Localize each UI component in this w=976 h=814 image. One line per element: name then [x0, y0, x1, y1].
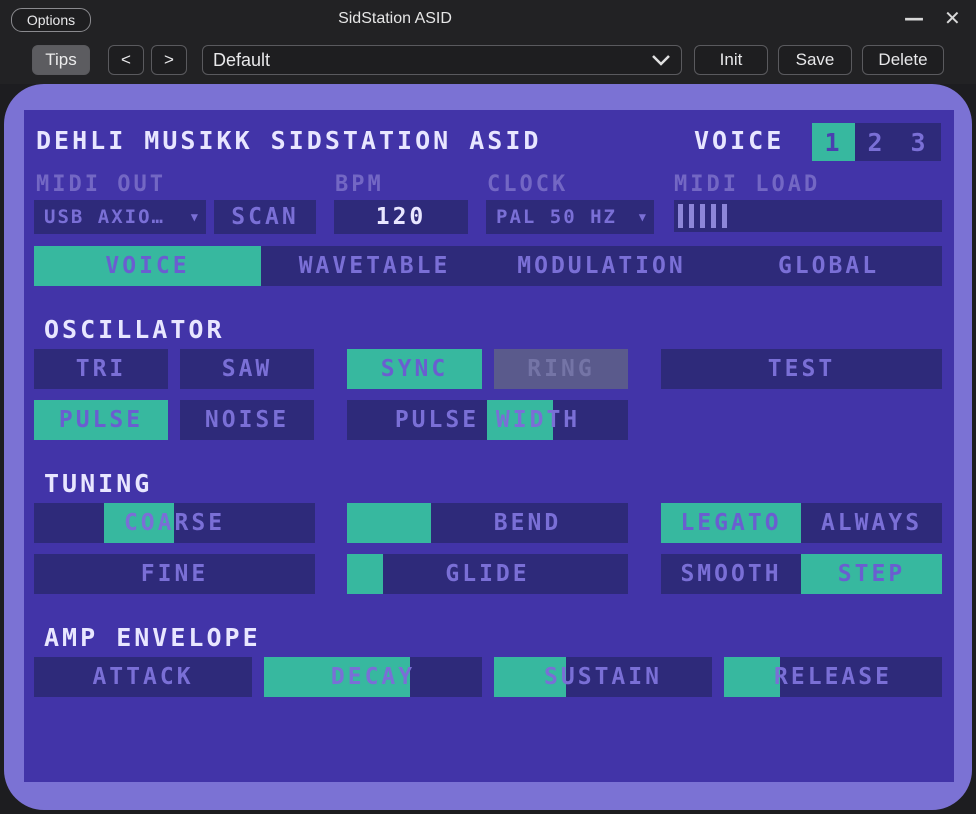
chevron-down-icon [652, 55, 670, 66]
bend-label: BEND [493, 510, 562, 536]
pulse-width-label: PULSE WIDTH [394, 407, 581, 433]
close-icon[interactable]: ✕ [944, 6, 961, 30]
preset-name: Default [213, 49, 271, 70]
smooth-button[interactable]: SMOOTH [661, 554, 801, 594]
noise-button[interactable]: NOISE [180, 400, 314, 440]
tab-voice[interactable]: VOICE [34, 246, 261, 286]
bpm-field[interactable]: 120 [334, 200, 468, 234]
midi-out-label: MIDI OUT [36, 172, 166, 197]
decay-label: DECAY [330, 664, 416, 690]
meter-bar [678, 204, 683, 228]
coarse-label: COARSE [123, 510, 226, 536]
clock-label: CLOCK [487, 172, 569, 197]
meter-bar [700, 204, 705, 228]
clock-dropdown[interactable]: PAL 50 HZ ▼ [486, 200, 654, 234]
previous-preset-button[interactable]: < [108, 45, 144, 75]
sustain-label: SUSTAIN [544, 664, 662, 690]
bend-slider[interactable]: BEND [347, 503, 628, 543]
release-label: RELEASE [774, 664, 892, 690]
pulse-width-slider[interactable]: PULSE WIDTH [347, 400, 628, 440]
voice-2-button[interactable]: 2 [855, 123, 898, 161]
voice-1-button[interactable]: 1 [812, 123, 855, 161]
bend-fill [347, 503, 431, 543]
scan-button[interactable]: SCAN [214, 200, 316, 234]
dropdown-arrow-icon: ▼ [190, 210, 200, 224]
release-slider[interactable]: RELEASE [724, 657, 942, 697]
meter-bar [689, 204, 694, 228]
attack-label: ATTACK [92, 664, 194, 690]
sync-button[interactable]: SYNC [347, 349, 482, 389]
midi-load-label: MIDI LOAD [674, 172, 821, 197]
dropdown-arrow-icon: ▼ [638, 210, 648, 224]
test-button[interactable]: TEST [661, 349, 942, 389]
next-preset-button[interactable]: > [151, 45, 187, 75]
preset-dropdown[interactable]: Default [202, 45, 682, 75]
release-fill [724, 657, 780, 697]
glide-fill [347, 554, 383, 594]
always-button[interactable]: ALWAYS [801, 503, 942, 543]
window-title: SidStation ASID [338, 10, 452, 27]
oscillator-heading: OSCILLATOR [44, 315, 225, 344]
tab-global[interactable]: GLOBAL [715, 246, 942, 286]
fine-label: FINE [140, 561, 209, 587]
ring-button[interactable]: RING [494, 349, 628, 389]
voice-3-button[interactable]: 3 [898, 123, 941, 161]
step-button[interactable]: STEP [801, 554, 942, 594]
sustain-slider[interactable]: SUSTAIN [494, 657, 712, 697]
meter-bar [722, 204, 727, 228]
pulse-button[interactable]: PULSE [34, 400, 168, 440]
glide-label: GLIDE [445, 561, 530, 587]
init-button[interactable]: Init [694, 45, 768, 75]
tab-wavetable[interactable]: WAVETABLE [261, 246, 488, 286]
voice-label: VOICE [694, 126, 785, 155]
attack-slider[interactable]: ATTACK [34, 657, 252, 697]
midi-load-meter [674, 200, 942, 232]
meter-bar [711, 204, 716, 228]
tips-button[interactable]: Tips [32, 45, 90, 75]
clock-value: PAL 50 HZ [496, 206, 617, 228]
amp-envelope-heading: AMP ENVELOPE [44, 623, 261, 652]
coarse-slider[interactable]: COARSE [34, 503, 315, 543]
delete-button[interactable]: Delete [862, 45, 944, 75]
midi-out-dropdown[interactable]: USB AXIO… ▼ [34, 200, 206, 234]
decay-slider[interactable]: DECAY [264, 657, 482, 697]
saw-button[interactable]: SAW [180, 349, 314, 389]
bpm-label: BPM [335, 172, 384, 197]
tab-modulation[interactable]: MODULATION [488, 246, 715, 286]
midi-out-value: USB AXIO… [44, 206, 165, 228]
legato-button[interactable]: LEGATO [661, 503, 801, 543]
save-button[interactable]: Save [778, 45, 852, 75]
minimize-icon[interactable]: — [904, 6, 924, 30]
tuning-heading: TUNING [44, 469, 153, 498]
glide-slider[interactable]: GLIDE [347, 554, 628, 594]
plugin-title: DEHLI MUSIKK SIDSTATION ASID [36, 126, 542, 155]
fine-slider[interactable]: FINE [34, 554, 315, 594]
tri-button[interactable]: TRI [34, 349, 168, 389]
